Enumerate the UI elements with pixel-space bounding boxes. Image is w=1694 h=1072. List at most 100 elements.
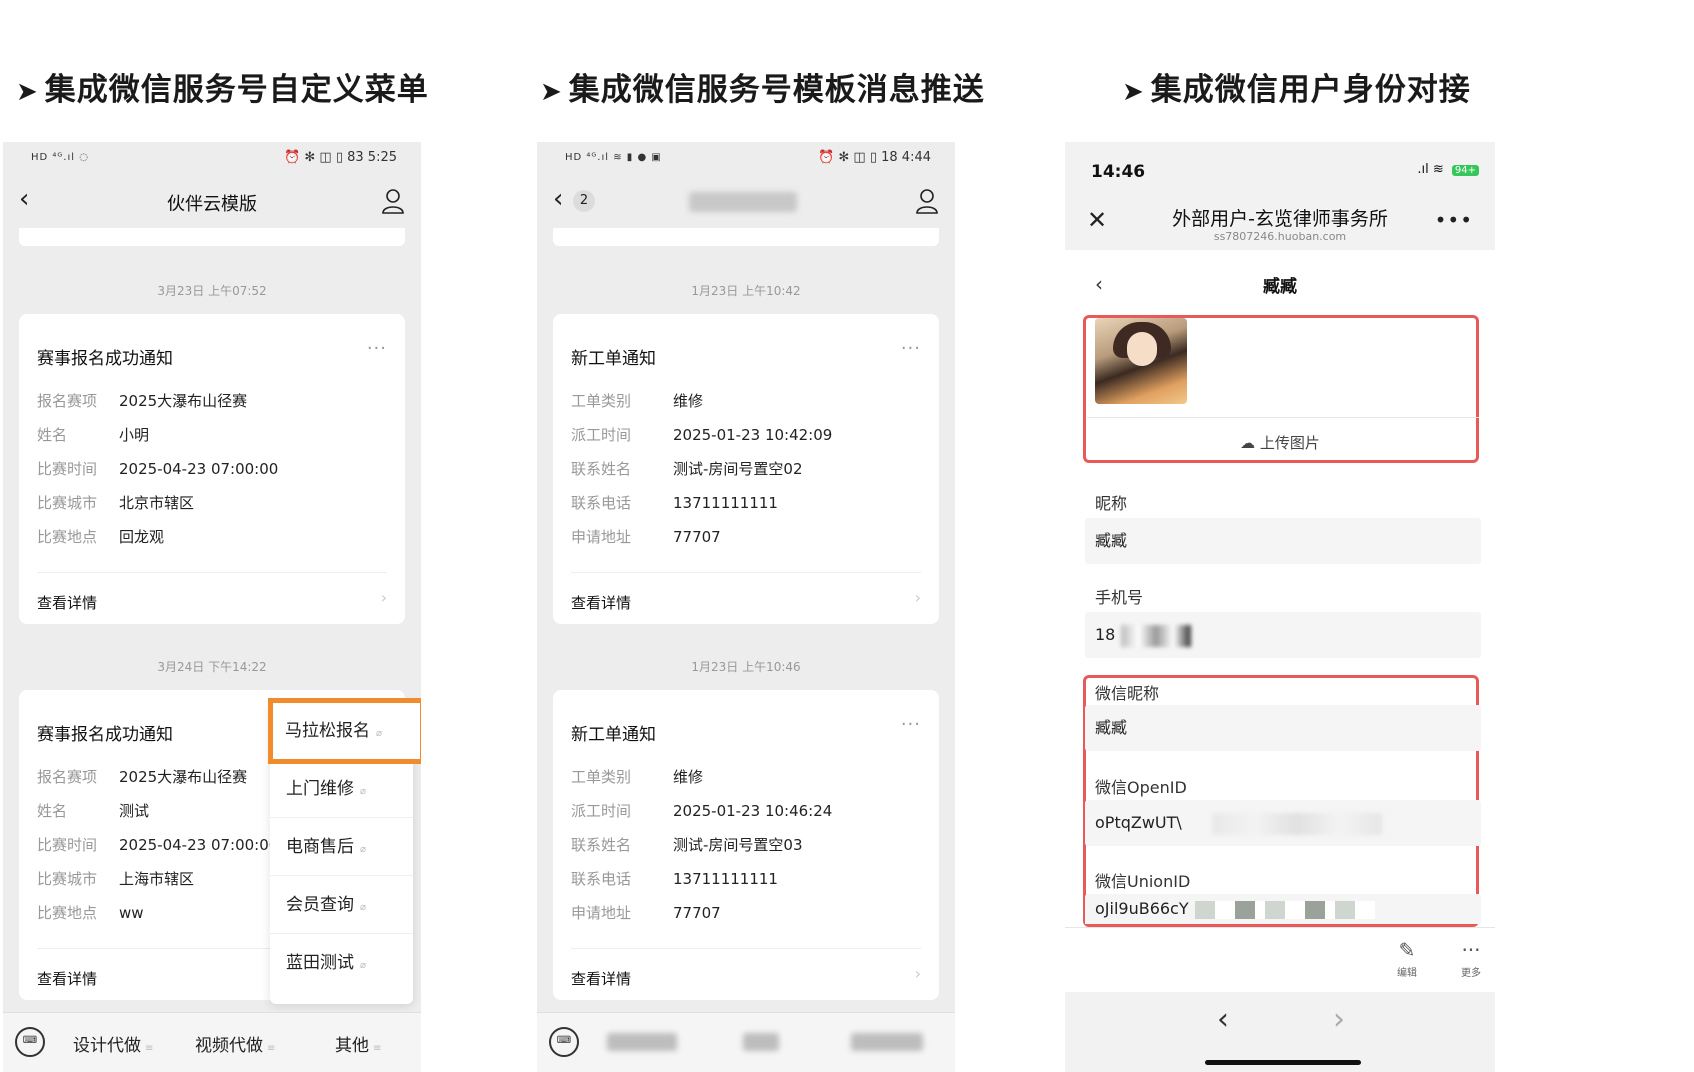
card-row: 派工时间 2025-01-23 10:42:09 xyxy=(571,426,833,444)
submenu-item-ecommerce-aftersale[interactable]: 电商售后 ⌀ xyxy=(270,818,413,876)
signal-icon: .ıl xyxy=(1417,162,1429,177)
card-row: 联系姓名 测试-房间号置空03 xyxy=(571,836,803,854)
card-row: 申请地址 77707 xyxy=(571,904,721,922)
chevron-right-icon: › xyxy=(380,588,387,607)
status-icons-left: HD ⁴ᴳ.ıl ≋ ▮ ● ▣ xyxy=(565,152,662,163)
card-row: 报名赛项 2025大瀑布山径赛 xyxy=(37,768,248,786)
previous-message-card xyxy=(19,228,405,246)
more-options-icon[interactable]: ··· xyxy=(367,338,387,359)
upload-cloud-icon: ☁ xyxy=(1240,434,1256,452)
message-timestamp: 3月24日 下午14:22 xyxy=(157,660,267,674)
link-icon: ⌀ xyxy=(360,960,367,971)
card-row: 比赛地点 回龙观 xyxy=(37,528,165,546)
menu-item-video[interactable]: 视频代做 ≡ xyxy=(195,1031,275,1056)
card-row: 姓名 测试 xyxy=(37,802,150,820)
edit-button[interactable]: ✎ 编辑 xyxy=(1387,938,1427,979)
phone-user-identity: 14:46 .ıl ≋ 94+ ✕ 外部用户-玄览律师事务所 ss7807246… xyxy=(1065,142,1495,1072)
template-message-card[interactable]: 赛事报名成功通知 ··· 报名赛项 2025大瀑布山径赛 姓名 小明 比赛时间 202… xyxy=(19,314,405,624)
upload-image-button[interactable]: ☁ 上传图片 xyxy=(1065,432,1495,453)
avatar[interactable] xyxy=(1095,318,1187,404)
divider xyxy=(571,948,921,949)
field-label-wechat-openid: 微信OpenID xyxy=(1095,778,1187,797)
browser-back-icon[interactable]: ‹ xyxy=(1217,1002,1229,1037)
card-title: 新工单通知 xyxy=(571,349,656,369)
status-bar: HD ⁴ᴳ.ıl ≋ ▮ ● ▣ ⏰ ✻ ◫ ▯ 18 4:44 xyxy=(537,142,955,176)
view-details-link[interactable]: 查看详情 xyxy=(571,968,631,989)
message-timestamp: 3月23日 上午07:52 xyxy=(157,284,267,298)
submenu-item-home-repair[interactable]: 上门维修 ⌀ xyxy=(270,760,413,818)
chevron-right-icon: › xyxy=(914,588,921,607)
template-message-card[interactable]: 新工单通知 ··· 工单类别 维修 派工时间 2025-01-23 10:42:09… xyxy=(553,314,939,624)
link-icon: ⌀ xyxy=(360,786,367,797)
submenu-popup: 上门维修 ⌀ 电商售后 ⌀ 会员查询 ⌀ 蓝田测试 ⌀ 马拉松报名 ⌀ xyxy=(268,698,421,1004)
page-title: 外部用户-玄览律师事务所 xyxy=(1172,208,1388,230)
browser-forward-icon[interactable]: › xyxy=(1333,1002,1345,1037)
wifi-icon: ≋ xyxy=(1432,162,1444,177)
status-icons-left: HD ⁴ᴳ.ıl ◌ xyxy=(31,152,89,163)
view-details-link[interactable]: 查看详情 xyxy=(571,592,631,613)
divider xyxy=(37,572,387,573)
user-profile-icon[interactable] xyxy=(915,188,939,214)
unread-count-badge: 2 xyxy=(573,190,595,212)
more-dots-icon: ··· xyxy=(1461,938,1481,962)
blurred-menu-item[interactable] xyxy=(851,1033,923,1051)
field-value-wechat-openid[interactable]: oPtqZwUT\ xyxy=(1085,800,1481,846)
submenu-item-lantian-test[interactable]: 蓝田测试 ⌀ xyxy=(270,934,413,992)
template-message-card[interactable]: 新工单通知 ··· 工单类别 维修 派工时间 2025-01-23 10:46:24… xyxy=(553,690,939,1000)
chat-nav-bar: ‹ 2 xyxy=(537,178,955,228)
field-label-wechat-unionid: 微信UnionID xyxy=(1095,872,1191,891)
message-timestamp: 1月23日 上午10:46 xyxy=(691,660,801,674)
browser-nav-footer: ‹ › xyxy=(1065,992,1495,1072)
more-options-icon[interactable]: ··· xyxy=(901,714,921,735)
more-options-icon[interactable]: ··· xyxy=(901,338,921,359)
back-chevron-icon[interactable]: ‹ xyxy=(553,186,563,212)
field-value-nickname[interactable]: 臧臧 xyxy=(1085,518,1481,564)
card-row: 工单类别 维修 xyxy=(571,392,704,410)
divider xyxy=(1065,927,1495,928)
divider xyxy=(1087,417,1479,418)
card-row: 比赛城市 上海市辖区 xyxy=(37,870,195,888)
field-value-wechat-unionid[interactable]: oJil9uB66cY xyxy=(1085,894,1481,924)
field-label-phone: 手机号 xyxy=(1095,588,1144,607)
submenu-item-marathon-signup[interactable]: 马拉松报名 ⌀ xyxy=(268,698,421,764)
home-indicator xyxy=(1205,1060,1361,1065)
field-label-wechat-nickname: 微信昵称 xyxy=(1095,684,1160,703)
record-name: 臧臧 xyxy=(1263,277,1297,297)
submenu-item-member-query[interactable]: 会员查询 ⌀ xyxy=(270,876,413,934)
field-value-wechat-nickname[interactable]: 臧臧 xyxy=(1085,705,1481,751)
card-row: 比赛时间 2025-04-23 07:00:00 xyxy=(37,460,279,478)
view-details-link[interactable]: 查看详情 xyxy=(37,592,97,613)
card-row: 联系姓名 测试-房间号置空02 xyxy=(571,460,803,478)
avatar-face xyxy=(1127,332,1157,366)
card-title: 新工单通知 xyxy=(571,725,656,745)
masked-phone xyxy=(1121,624,1192,647)
battery-icon: 94+ xyxy=(1451,165,1479,176)
blurred-menu-item[interactable] xyxy=(607,1033,677,1051)
more-icon[interactable]: ••• xyxy=(1435,208,1473,232)
section-title-template-message: ➤ 集成微信服务号模板消息推送 xyxy=(540,72,985,108)
blurred-menu-item[interactable] xyxy=(743,1033,779,1051)
menu-item-design[interactable]: 设计代做 ≡ xyxy=(73,1031,153,1056)
keyboard-toggle-icon[interactable]: ⌨ xyxy=(549,1027,579,1057)
chevron-right-icon: › xyxy=(914,964,921,983)
card-row: 工单类别 维修 xyxy=(571,768,704,786)
keyboard-toggle-icon[interactable]: ⌨ xyxy=(15,1027,45,1057)
menu-item-other[interactable]: 其他 ≡ xyxy=(335,1031,381,1056)
header-area: 14:46 .ıl ≋ 94+ ✕ 外部用户-玄览律师事务所 ss7807246… xyxy=(1065,142,1495,250)
chat-title: 伙伴云模版 xyxy=(167,194,257,215)
link-icon: ⌀ xyxy=(376,728,383,739)
more-button[interactable]: ··· 更多 xyxy=(1451,938,1491,979)
card-title: 赛事报名成功通知 xyxy=(37,349,173,369)
previous-message-card xyxy=(553,228,939,246)
section-title-custom-menu: ➤ 集成微信服务号自定义菜单 xyxy=(16,72,429,108)
card-row: 联系电话 13711111111 xyxy=(571,870,778,888)
card-row: 报名赛项 2025大瀑布山径赛 xyxy=(37,392,248,410)
masked-openid xyxy=(1211,812,1382,835)
view-details-link[interactable]: 查看详情 xyxy=(37,968,97,989)
phone-custom-menu: HD ⁴ᴳ.ıl ◌ ⏰ ✻ ◫ ▯ 83 5:25 ‹ 伙伴云模版 3月23日… xyxy=(3,142,421,1072)
chat-nav-bar: ‹ 伙伴云模版 xyxy=(3,178,421,228)
divider xyxy=(571,572,921,573)
field-value-phone[interactable]: 18 xyxy=(1085,612,1481,658)
blurred-chat-title xyxy=(689,192,797,212)
user-profile-icon[interactable] xyxy=(381,188,405,214)
